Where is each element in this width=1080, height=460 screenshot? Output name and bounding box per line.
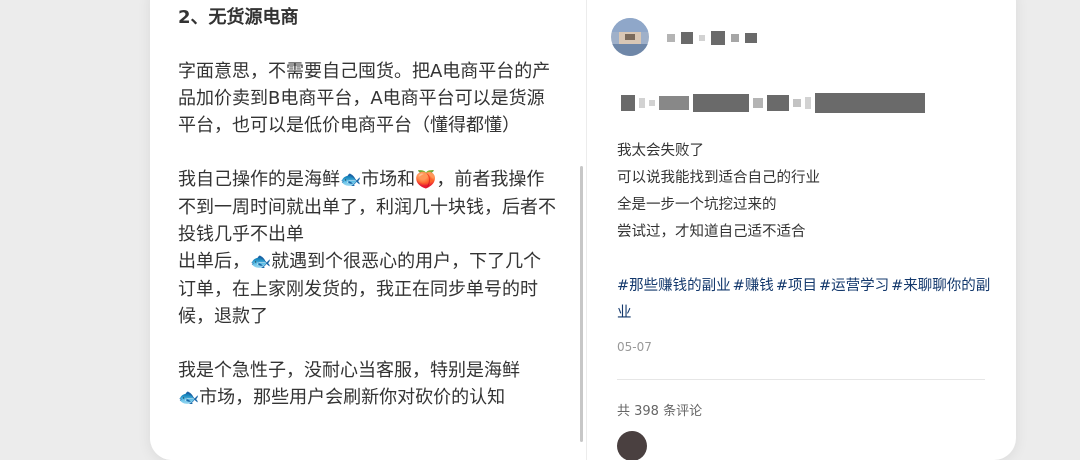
- post-body-panel: 2、无货源电商 字面意思，不需要自己囤货。把A电商平台的产品加价卖到B电商平台，…: [150, 0, 586, 460]
- commenter-avatar[interactable]: [617, 431, 647, 460]
- author-name-redacted[interactable]: [667, 28, 757, 48]
- post-paragraph-3: 我是个急性子，没耐心当客服，特别是海鲜 🐟市场，那些用户会刷新你对砍价的认知: [178, 357, 558, 412]
- desc-line: 全是一步一个坑挖过来的: [617, 197, 777, 213]
- fish-emoji-icon: 🐟: [250, 252, 272, 272]
- hashtag-link[interactable]: #赚钱: [733, 278, 774, 294]
- para2-text-b: 市场和: [361, 169, 416, 190]
- desc-line: 尝试过，才知道自己适不适合: [617, 224, 806, 240]
- hashtag-link[interactable]: #那些赚钱的副业: [617, 278, 731, 294]
- post-card: 2、无货源电商 字面意思，不需要自己囤货。把A电商平台的产品加价卖到B电商平台，…: [150, 0, 1016, 460]
- peach-emoji-icon: 🍑: [415, 170, 437, 190]
- post-sidebar: 我太会失败了 可以说我能找到适合自己的行业 全是一步一个坑挖过来的 尝试过，才知…: [587, 0, 1016, 460]
- comments-divider: [617, 379, 985, 380]
- hashtag-list: #那些赚钱的副业 #赚钱 #项目 #运营学习 #来聊聊你的副业: [617, 273, 997, 327]
- redacted-title-line: [621, 92, 925, 114]
- desc-line: 我太会失败了: [617, 143, 704, 159]
- fish-emoji-icon: 🐟: [178, 388, 200, 408]
- hashtag-link[interactable]: #运营学习: [819, 278, 889, 294]
- post-section-heading: 2、无货源电商: [178, 7, 299, 28]
- desc-line: 可以说我能找到适合自己的行业: [617, 170, 820, 186]
- fish-emoji-icon: 🐟: [340, 170, 362, 190]
- comment-count: 共 398 条评论: [617, 404, 703, 419]
- para3-text-b: 市场，那些用户会刷新你对砍价的认知: [199, 387, 506, 408]
- post-paragraph-1: 字面意思，不需要自己囤货。把A电商平台的产品加价卖到B电商平台，A电商平台可以是…: [178, 61, 551, 136]
- post-content: 2、无货源电商 字面意思，不需要自己囤货。把A电商平台的产品加价卖到B电商平台，…: [178, 4, 558, 439]
- post-description: 我太会失败了 可以说我能找到适合自己的行业 全是一步一个坑挖过来的 尝试过，才知…: [617, 138, 997, 246]
- para2-text-a: 我自己操作的是海鲜: [178, 169, 340, 190]
- post-date: 05-07: [617, 340, 652, 354]
- post-paragraph-2: 我自己操作的是海鲜🐟市场和🍑，前者我操作不到一周时间就出单了，利润几十块钱，后者…: [178, 166, 558, 330]
- para2-text-d: 出单后，: [178, 251, 250, 272]
- para3-text-a: 我是个急性子，没耐心当客服，特别是海鲜: [178, 360, 520, 381]
- author-avatar[interactable]: [611, 18, 649, 56]
- hashtag-link[interactable]: #项目: [776, 278, 817, 294]
- scrollbar[interactable]: [580, 166, 583, 442]
